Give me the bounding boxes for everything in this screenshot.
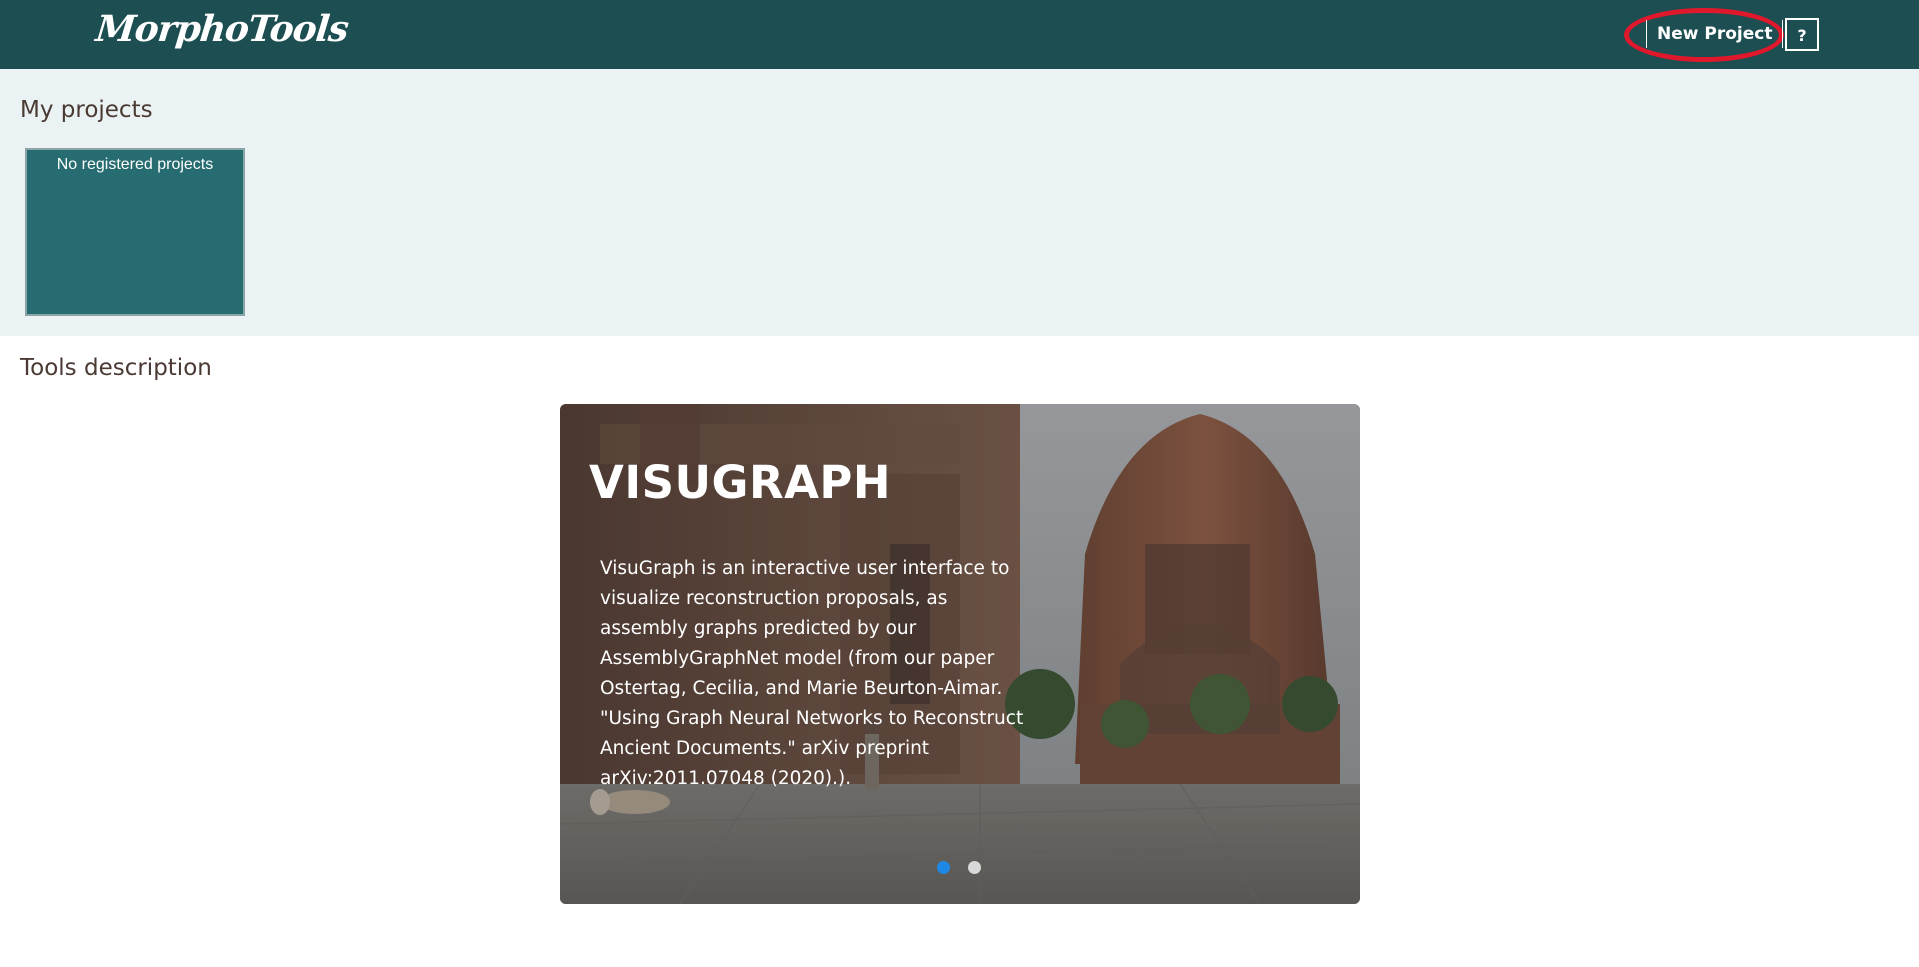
projects-empty-card: No registered projects xyxy=(25,148,245,316)
slide-description: VisuGraph is an interactive user interfa… xyxy=(600,558,1024,789)
carousel-indicators xyxy=(937,861,981,874)
help-button[interactable]: ? xyxy=(1785,18,1819,51)
app-logo[interactable]: MorphoTools xyxy=(94,8,350,50)
projects-heading: My projects xyxy=(20,97,153,123)
tools-heading: Tools description xyxy=(20,355,212,381)
carousel-dot-1[interactable] xyxy=(937,861,950,874)
slide-title: VISUGRAPH xyxy=(589,456,892,509)
projects-section: My projects No registered projects xyxy=(0,69,1919,336)
new-project-button[interactable]: New Project xyxy=(1646,20,1784,48)
top-navbar: MorphoTools New Project ? xyxy=(0,0,1919,69)
tools-carousel[interactable]: VISUGRAPH VisuGraph is an interactive us… xyxy=(560,404,1360,904)
carousel-dot-2[interactable] xyxy=(968,861,981,874)
